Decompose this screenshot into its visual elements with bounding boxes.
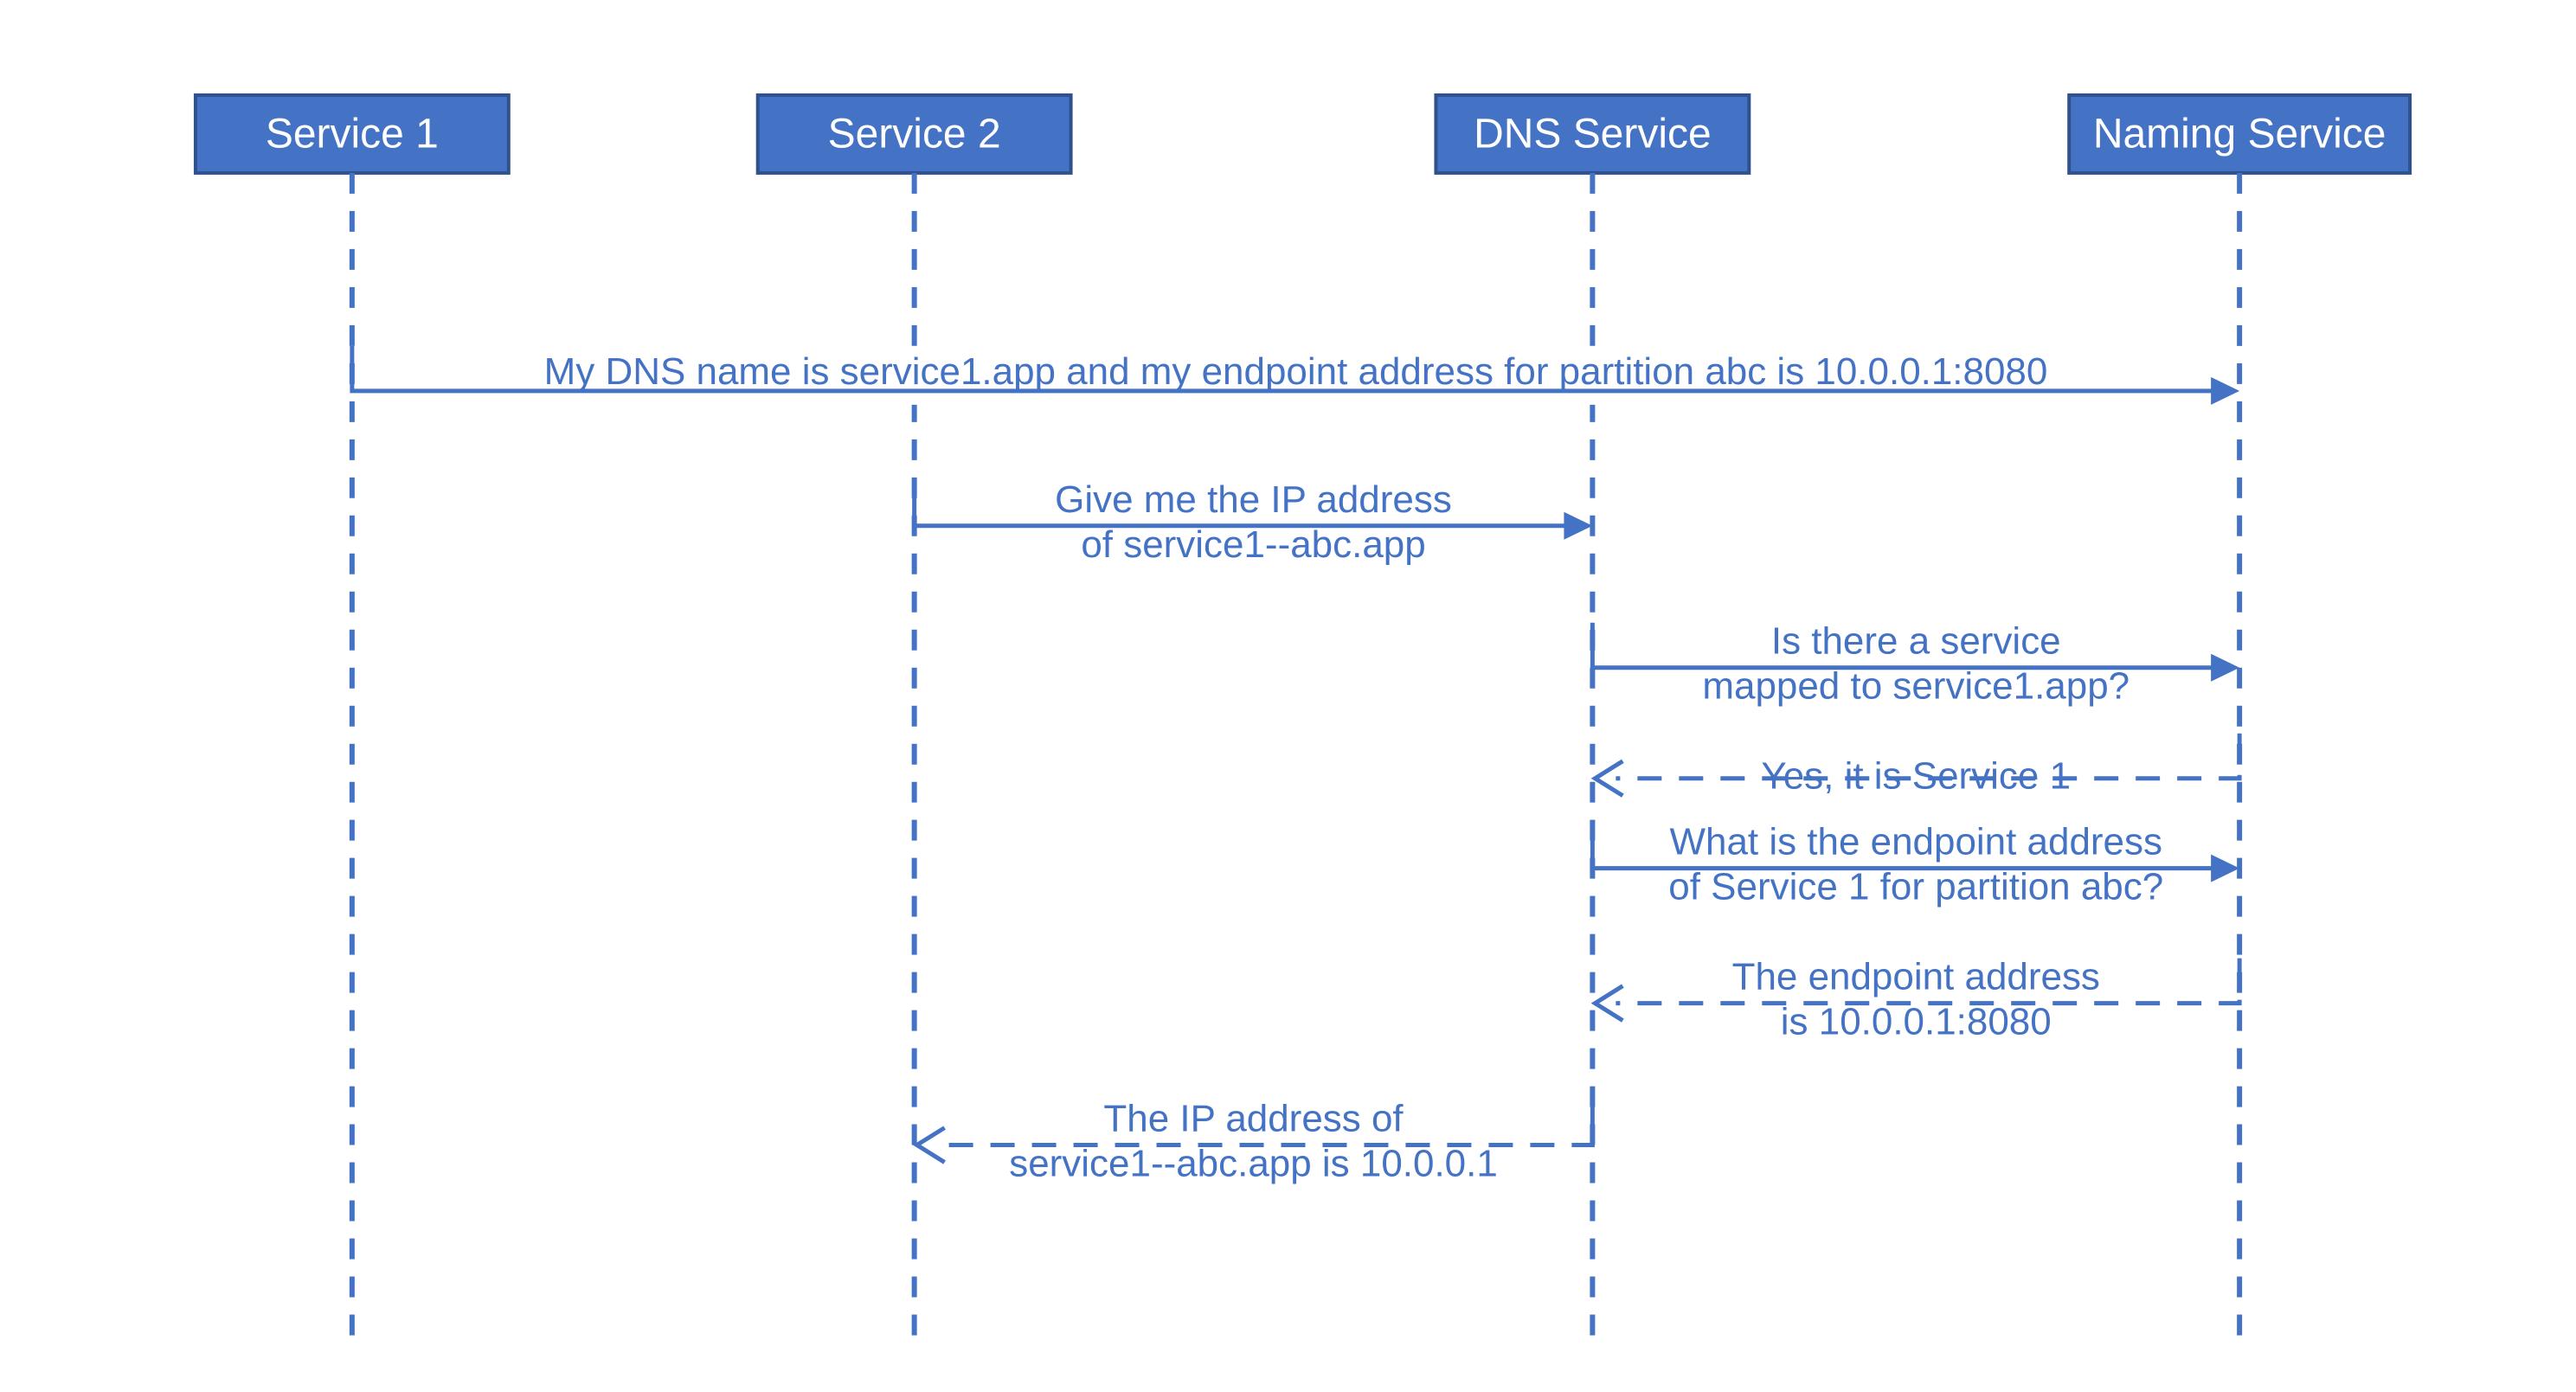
message-text-line1: The IP address of <box>1103 1098 1404 1140</box>
message-text-line1: What is the endpoint address <box>1670 821 2163 863</box>
message-text: My DNS name is service1.app and my endpo… <box>544 350 2048 393</box>
participant-label: DNS Service <box>1474 112 1712 157</box>
message-text-line2: is 10.0.0.1:8080 <box>1781 1001 2052 1043</box>
participant-label: Service 1 <box>266 112 439 157</box>
message-text-line1: Give me the IP address <box>1055 478 1452 521</box>
participant-dns: DNS Service <box>1436 95 1749 173</box>
message-request-ip: Give me the IP address of service1--abc.… <box>915 478 1593 574</box>
message-check-mapping: Is there a service mapped to service1.ap… <box>1592 620 2239 716</box>
participant-service1: Service 1 <box>196 95 509 173</box>
sequence-diagram: Service 1 Service 2 DNS Service Naming S… <box>0 0 2576 1392</box>
message-endpoint-reply: The endpoint address is 10.0.0.1:8080 <box>1595 956 2239 1052</box>
message-text-line2: mapped to service1.app? <box>1702 665 2130 708</box>
message-mapping-reply: Yes, it is Service 1 <box>1595 734 2239 803</box>
message-text-line2: of service1--abc.app <box>1081 523 1425 566</box>
participant-label: Service 2 <box>828 112 1001 157</box>
participant-naming: Naming Service <box>2069 95 2410 173</box>
participant-service2: Service 2 <box>758 95 1071 173</box>
message-text-line1: The endpoint address <box>1732 956 2100 998</box>
message-text-line2: service1--abc.app is 10.0.0.1 <box>1009 1143 1498 1185</box>
message-ip-reply: The IP address of service1--abc.app is 1… <box>917 1098 1593 1194</box>
participant-label: Naming Service <box>2093 112 2386 157</box>
message-text: Yes, it is Service 1 <box>1761 755 2071 798</box>
message-text-line1: Is there a service <box>1771 620 2061 663</box>
message-request-endpoint: What is the endpoint address of Service … <box>1592 821 2239 917</box>
message-register-dns: My DNS name is service1.app and my endpo… <box>352 346 2239 405</box>
message-text-line2: of Service 1 for partition abc? <box>1668 866 2163 908</box>
